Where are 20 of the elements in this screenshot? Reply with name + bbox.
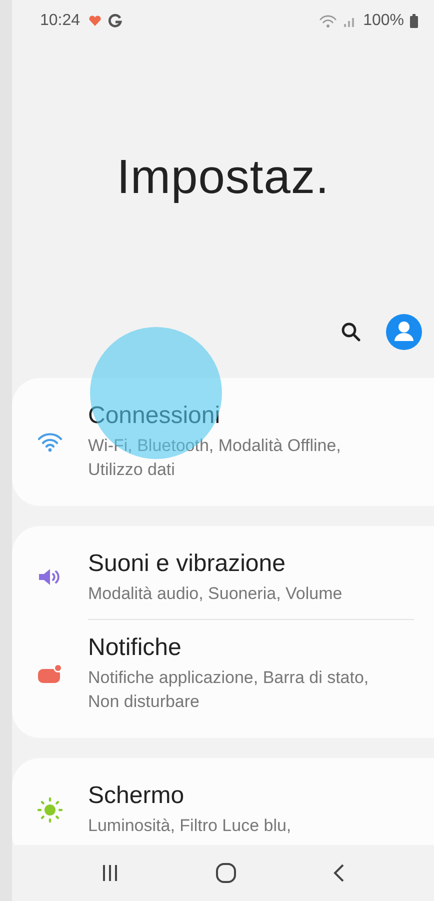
setting-description: Notifiche applicazione, Barra di stato, Non disturbare xyxy=(88,667,370,714)
heart-notification-icon xyxy=(88,15,102,27)
search-icon[interactable] xyxy=(340,321,362,343)
wifi-signal-icon xyxy=(319,14,338,28)
status-time: 10:24 xyxy=(40,12,80,30)
g-notification-icon xyxy=(108,14,122,28)
setting-title[interactable]: Suoni e vibrazione xyxy=(88,550,342,578)
back-icon[interactable] xyxy=(332,863,346,883)
page-title: Impostaz. xyxy=(116,150,330,204)
wifi-icon xyxy=(37,432,63,452)
sun-icon xyxy=(37,796,63,823)
setting-title[interactable]: Notifiche xyxy=(88,634,398,662)
setting-title[interactable]: Schermo xyxy=(88,782,292,810)
profile-icon[interactable] xyxy=(386,314,422,350)
battery-icon xyxy=(410,14,418,28)
setting-description: Modalità audio, Suoneria, Volume xyxy=(88,582,342,605)
setting-description: Luminosità, Filtro Luce blu, xyxy=(88,814,292,837)
battery-percentage: 100% xyxy=(363,12,404,30)
home-icon[interactable] xyxy=(214,862,237,884)
notification-icon xyxy=(37,663,63,686)
